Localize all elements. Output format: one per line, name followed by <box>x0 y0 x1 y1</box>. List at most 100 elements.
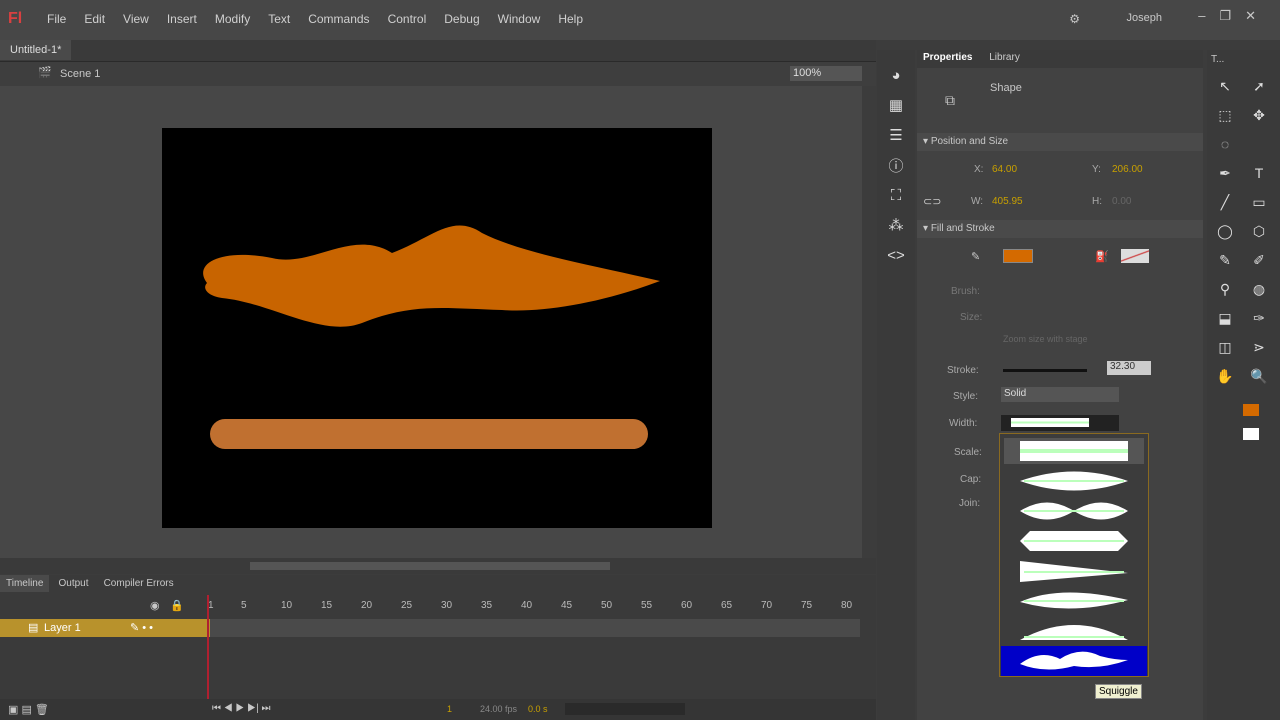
menu-debug[interactable]: Debug <box>435 12 488 26</box>
document-tab[interactable]: Untitled-1* <box>0 40 72 60</box>
stroke-input[interactable]: 32.30 <box>1107 361 1151 375</box>
style-select[interactable]: Solid <box>1001 387 1119 402</box>
squiggle-shape <box>203 225 661 327</box>
layer-row[interactable]: ▤ Layer 1 ✎ • • <box>0 619 210 637</box>
tab-library[interactable]: Library <box>989 52 1020 63</box>
color-icon[interactable]: ◕ <box>877 60 915 90</box>
timeline-scrollbar[interactable] <box>565 703 685 715</box>
window-controls[interactable]: –❐✕ <box>1198 8 1270 24</box>
polystar-tool-icon[interactable]: ⬡ <box>1247 219 1271 243</box>
eyedropper-tool-icon[interactable]: ✑ <box>1247 306 1271 330</box>
transform-icon[interactable]: ⛶ <box>877 180 915 210</box>
menu-view[interactable]: View <box>114 12 158 26</box>
frame-tick: 75 <box>801 600 813 611</box>
tab-properties[interactable]: Properties <box>923 52 972 63</box>
eraser-tool-icon[interactable]: ◫ <box>1213 335 1237 359</box>
oval-tool-icon[interactable]: ◯ <box>1213 219 1237 243</box>
brush-tool-icon[interactable]: ✐ <box>1247 248 1271 272</box>
section-title: Position and Size <box>930 136 1009 147</box>
code-snippets-icon[interactable]: <> <box>877 240 915 270</box>
tab-timeline[interactable]: Timeline <box>0 575 50 592</box>
w-value[interactable]: 405.95 <box>992 196 1023 207</box>
menu-file[interactable]: File <box>38 12 75 26</box>
frames-row[interactable] <box>210 619 860 637</box>
y-value[interactable]: 206.00 <box>1112 164 1143 175</box>
width-tool-icon[interactable]: ⋗ <box>1247 335 1271 359</box>
zoom-select[interactable]: 100% <box>790 66 862 81</box>
scene-icon: 🎬 <box>38 67 52 79</box>
style-label: Style: <box>953 391 979 402</box>
paint-bucket-tool-icon[interactable]: ◍ <box>1247 277 1271 301</box>
swatches-icon[interactable]: ▦ <box>877 90 915 120</box>
stroke-color-icon: ✎ <box>971 251 981 263</box>
menu-window[interactable]: Window <box>489 12 550 26</box>
width-profile-dropdown <box>999 433 1149 677</box>
frame-tick: 65 <box>721 600 733 611</box>
elapsed-time[interactable]: 0.0 s <box>528 704 548 714</box>
fill-color-tool[interactable] <box>1243 428 1259 440</box>
bone-tool-icon[interactable]: ⚲ <box>1213 277 1237 301</box>
stroke-color-swatch[interactable] <box>1003 249 1033 263</box>
free-transform-tool-icon[interactable]: ⬚ <box>1213 103 1237 127</box>
position-size-section[interactable]: ▾ Position and Size <box>917 133 1203 151</box>
frame-ruler[interactable]: 1 5 10 15 20 25 30 35 40 45 50 55 60 65 70 75 80 <box>208 598 858 614</box>
lock-icon[interactable]: 🔒 <box>170 599 184 612</box>
pencil-tool-icon[interactable]: ✎ <box>1213 248 1237 272</box>
components-icon[interactable]: ⁂ <box>877 210 915 240</box>
subselection-tool-icon[interactable]: ➚ <box>1247 74 1271 98</box>
frame-tick: 30 <box>441 600 453 611</box>
fill-stroke-section[interactable]: ▾ Fill and Stroke <box>917 220 1203 238</box>
menu-text[interactable]: Text <box>259 12 299 26</box>
stroke-bar <box>210 419 648 449</box>
current-frame[interactable]: 1 <box>447 704 452 714</box>
horizontal-scrollbar[interactable] <box>0 558 876 574</box>
menu-help[interactable]: Help <box>549 12 592 26</box>
panel-icon-strip: ◕ ▦ ☰ ⓘ ⛶ ⁂ <> <box>877 50 915 720</box>
document-tabs: Untitled-1* <box>0 40 876 62</box>
menu-commands[interactable]: Commands <box>299 12 378 26</box>
tab-output[interactable]: Output <box>52 575 94 592</box>
info-icon[interactable]: ⓘ <box>877 150 915 180</box>
frame-rate[interactable]: 24.00 fps <box>480 704 517 714</box>
layer-name[interactable]: Layer 1 <box>44 622 81 634</box>
frame-tick: 45 <box>561 600 573 611</box>
pen-tool-icon[interactable]: ✒ <box>1213 161 1237 185</box>
rectangle-tool-icon[interactable]: ▭ <box>1247 190 1271 214</box>
workspace-icon[interactable]: ⚙ <box>1069 12 1080 26</box>
tab-compiler-errors[interactable]: Compiler Errors <box>98 575 180 592</box>
menu-edit[interactable]: Edit <box>75 12 114 26</box>
fill-color-swatch[interactable] <box>1121 249 1149 263</box>
text-tool-icon[interactable]: T <box>1247 161 1271 185</box>
hand-tool-icon[interactable]: ✋ <box>1213 364 1237 388</box>
link-icon[interactable]: ⊂⊃ <box>923 195 941 208</box>
3d-rotation-tool-icon[interactable]: ✥ <box>1247 103 1271 127</box>
x-value[interactable]: 64.00 <box>992 164 1017 175</box>
align-icon[interactable]: ☰ <box>877 120 915 150</box>
playback-controls[interactable]: ⏮ ◀ ▶ ▶| ⏭ <box>212 703 270 714</box>
stage[interactable] <box>162 128 712 528</box>
instance-type: Shape <box>990 82 1022 94</box>
frame-tick: 40 <box>521 600 533 611</box>
stroke-slider[interactable] <box>1003 369 1087 372</box>
h-value[interactable]: 0.00 <box>1112 196 1131 207</box>
flash-logo: Fl <box>8 10 23 27</box>
new-layer-icon[interactable]: ▣ ▤ 🗑 <box>8 703 49 716</box>
selection-tool-icon[interactable]: ↖ <box>1213 74 1237 98</box>
eye-icon[interactable]: ◉ <box>150 599 160 612</box>
menu-insert[interactable]: Insert <box>158 12 206 26</box>
frame-tick: 55 <box>641 600 653 611</box>
user-menu[interactable]: Joseph <box>1127 12 1162 24</box>
width-label: Width: <box>949 418 978 429</box>
h-label: H: <box>1092 196 1102 207</box>
width-profile-select[interactable] <box>1001 415 1119 431</box>
ink-bottle-tool-icon[interactable]: ⬓ <box>1213 306 1237 330</box>
stroke-label: Stroke: <box>947 365 979 376</box>
line-tool-icon[interactable]: ╱ <box>1213 190 1237 214</box>
brush-label: Brush: <box>951 286 980 297</box>
zoom-size-checkbox[interactable]: Zoom size with stage <box>1003 334 1088 344</box>
zoom-tool-icon[interactable]: 🔍 <box>1247 364 1271 388</box>
lasso-tool-icon[interactable]: ◌ <box>1213 132 1237 156</box>
stroke-color-tool[interactable] <box>1243 404 1259 416</box>
menu-modify[interactable]: Modify <box>206 12 259 26</box>
menu-control[interactable]: Control <box>379 12 436 26</box>
